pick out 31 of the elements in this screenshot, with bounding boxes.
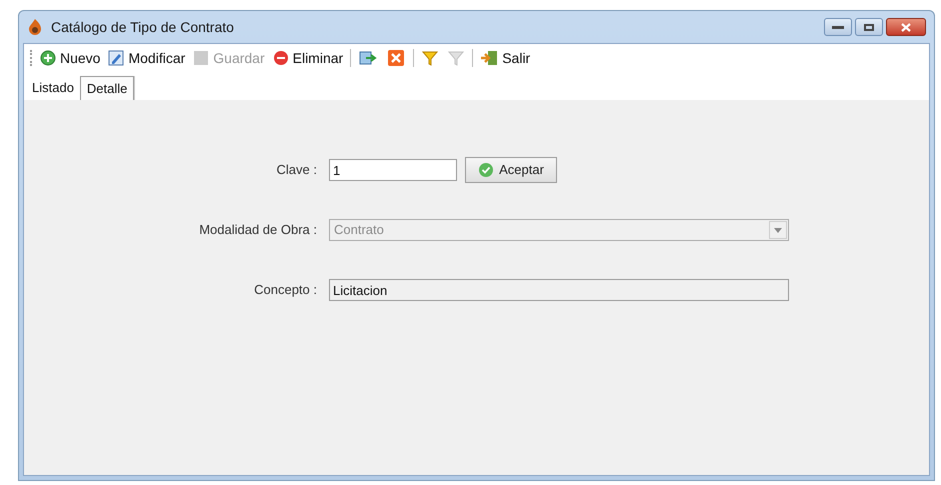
minus-icon [272, 50, 289, 66]
toolbar-button[interactable]: Modificar [107, 48, 186, 68]
maximize-icon [864, 24, 874, 30]
grip-icon [30, 50, 33, 66]
tab[interactable]: Detalle [80, 76, 134, 100]
edit-icon [108, 50, 124, 66]
close-button[interactable] [886, 18, 926, 36]
filter-icon [448, 50, 464, 66]
accept-button[interactable]: Aceptar [465, 157, 557, 183]
field-label: Clave : [276, 161, 318, 180]
close-icon [387, 49, 406, 67]
tab[interactable]: Listado [26, 76, 80, 100]
close-icon [901, 22, 911, 32]
save-icon [193, 50, 210, 66]
caret-icon [774, 228, 782, 232]
toolbar-button[interactable]: Salir [479, 48, 532, 68]
minimize-icon [832, 26, 844, 28]
toolbar-button[interactable]: Eliminar [272, 48, 344, 68]
maximize-button[interactable] [855, 18, 883, 36]
field-label: Concepto : [253, 281, 318, 300]
window-title: Catálogo de Tipo de Contrato [51, 18, 234, 37]
filter-icon [422, 50, 438, 66]
export-icon [359, 50, 378, 66]
field-label: Modalidad de Obra : [198, 221, 318, 240]
exit-icon [480, 50, 498, 66]
minimize-button[interactable] [824, 18, 852, 36]
app-icon [27, 18, 43, 36]
check-icon [478, 162, 494, 178]
toolbar-button[interactable]: Nuevo [39, 48, 102, 68]
text-field[interactable]: 1 [329, 159, 457, 181]
plus-icon [40, 50, 56, 66]
